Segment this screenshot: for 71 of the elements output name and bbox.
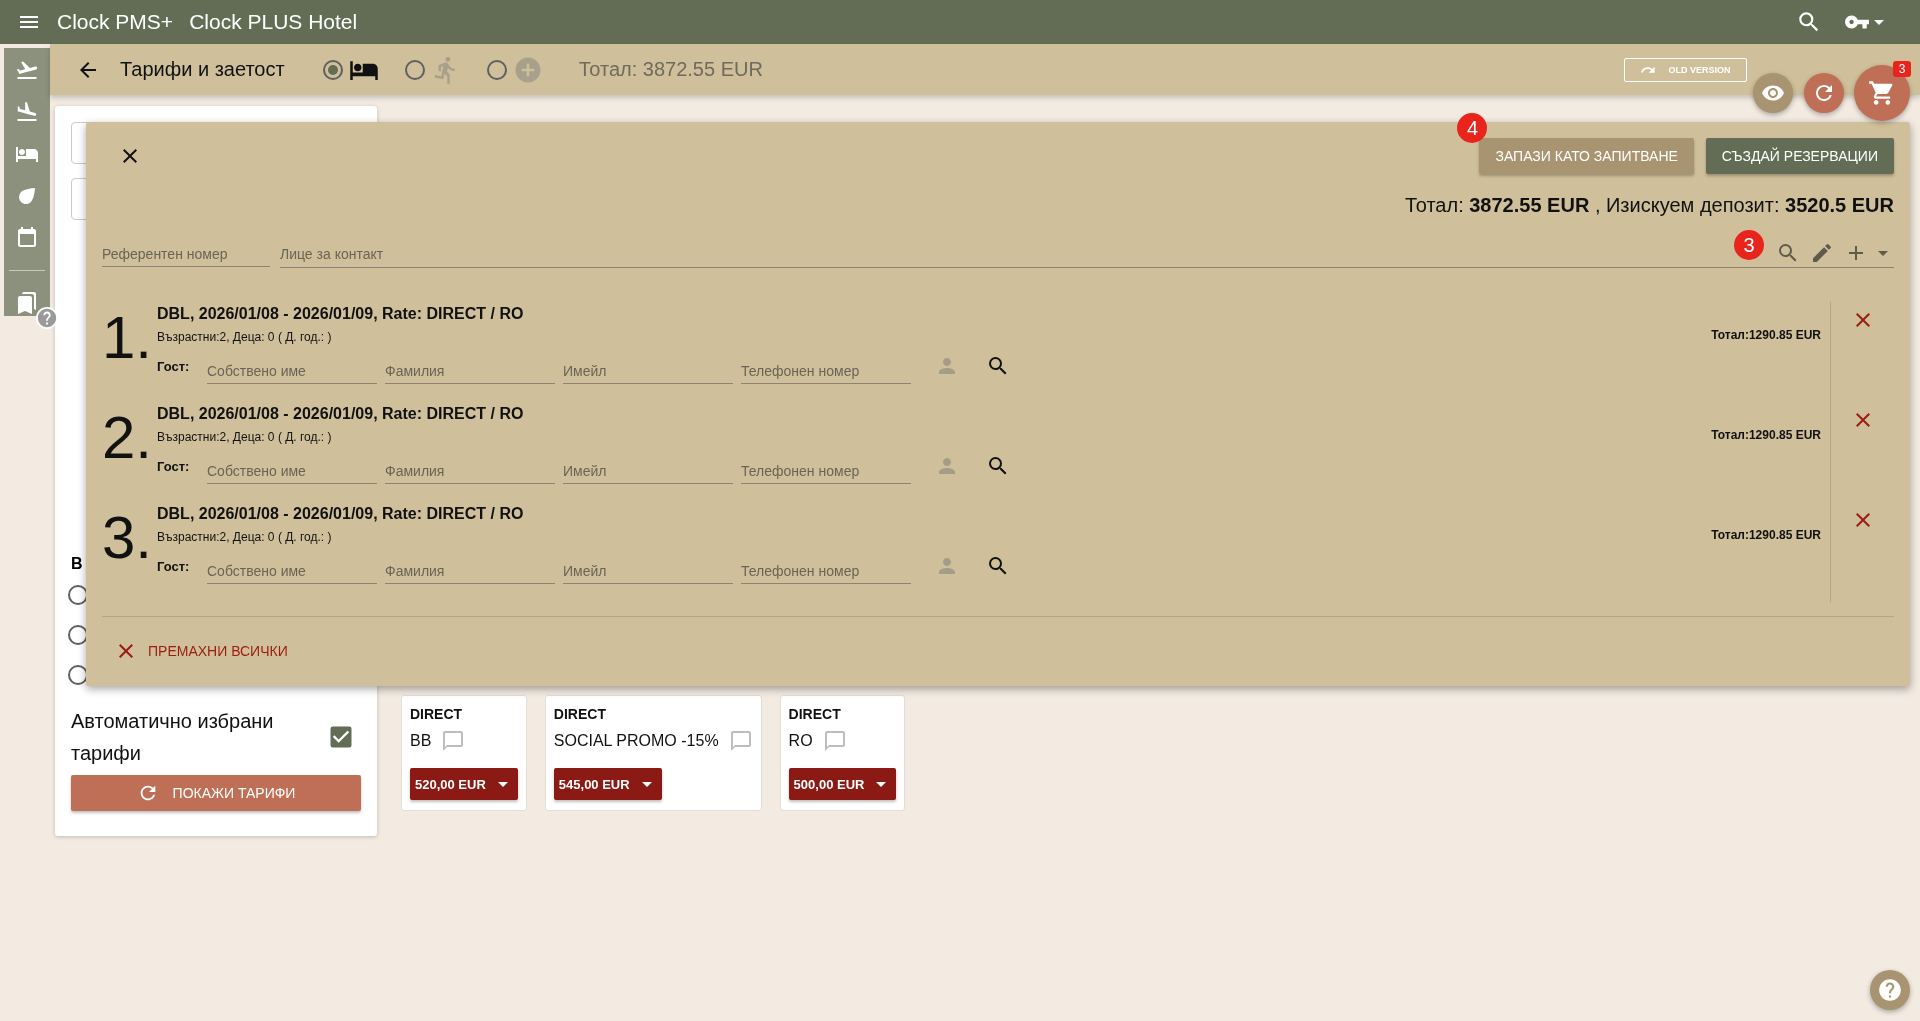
reservation-title: DBL, 2026/01/08 - 2026/01/09, Rate: DIRECT / RO (157, 304, 525, 324)
caret-icon[interactable] (1878, 250, 1888, 256)
reservation-number: 2. (102, 408, 154, 473)
caret-icon (1874, 19, 1884, 25)
reservation-number: 3. (102, 508, 154, 573)
rate-channel: DIRECT (788, 706, 842, 722)
guest-field[interactable]: Фамилия (385, 548, 555, 584)
reservation-total: Тотал:1290.85 EUR (1711, 328, 1821, 344)
reservation-title: DBL, 2026/01/08 - 2026/01/09, Rate: DIRECT / RO (157, 404, 525, 424)
price-button[interactable]: 520,00 EUR (410, 768, 518, 800)
guest-field[interactable]: Имейл (563, 448, 733, 484)
guest-field[interactable]: Собствено име (207, 348, 377, 384)
guest-field[interactable]: Телефонен номер (741, 348, 911, 384)
occupancy-text: Възрастни:2, Деца: 0 ( Д. год.: ) (157, 429, 333, 445)
arrival-icon[interactable] (15, 100, 39, 124)
radio-button[interactable] (486, 59, 507, 80)
help-icon (1877, 977, 1903, 1003)
price-button[interactable]: 500,00 EUR (788, 768, 897, 800)
price-button[interactable]: 545,00 EUR (553, 768, 662, 800)
section-heading: В (71, 555, 83, 574)
rate-name: SOCIAL PROMO -15% (553, 732, 719, 750)
save-as-inquiry-button[interactable]: ЗАПАЗИ КАТО ЗАПИТВАНЕ (1479, 138, 1694, 174)
calendar-icon[interactable] (15, 226, 39, 250)
cart-count-badge: 3 (1893, 61, 1911, 77)
reference-field[interactable]: Референтен номер (102, 231, 270, 267)
total-text: Тотал: 3872.55 EUR (578, 58, 763, 81)
guest-field[interactable]: Собствено име (207, 548, 377, 584)
pencil-icon[interactable] (1810, 241, 1834, 265)
guest-field[interactable]: Имейл (563, 548, 733, 584)
totals-text: Тотал: 3872.55 EUR , Изискуем депозит: 3520.5 EUR (1404, 194, 1894, 217)
occupancy-text: Възрастни:2, Деца: 0 ( Д. год.: ) (157, 329, 333, 345)
guest-label: Гост: (157, 458, 191, 474)
comment-icon[interactable] (728, 729, 753, 753)
rate-channel: DIRECT (410, 706, 464, 722)
guest-field[interactable]: Имейл (563, 348, 733, 384)
rate-name: RO (788, 732, 813, 750)
radio-button[interactable] (404, 59, 425, 80)
reservation-total: Тотал:1290.85 EUR (1711, 528, 1821, 544)
refresh-button[interactable] (1804, 73, 1844, 113)
caret-icon (497, 781, 508, 787)
caret-icon (641, 781, 652, 787)
guest-field[interactable]: Фамилия (385, 448, 555, 484)
help-button[interactable] (1870, 970, 1910, 1010)
step-marker: 4 (1457, 113, 1488, 143)
help-icon[interactable] (36, 307, 58, 329)
caret-icon (876, 781, 887, 787)
app-name: Clock PMS+ (57, 10, 174, 34)
auto-rates-label: Автоматично избрани тарифи (71, 709, 275, 766)
reservation-title: DBL, 2026/01/08 - 2026/01/09, Rate: DIRECT / RO (157, 504, 525, 524)
reservation-number: 1. (102, 308, 154, 373)
create-reservations-button[interactable]: СЪЗДАЙ РЕЗЕРВАЦИИ (1705, 138, 1894, 174)
page-title: Тарифи и заетост (120, 58, 285, 81)
occupancy-text: Възрастни:2, Деца: 0 ( Д. год.: ) (157, 529, 333, 545)
remove-all-button[interactable]: ПРЕМАХНИ ВСИЧКИ (102, 633, 300, 669)
guest-field[interactable]: Телефонен номер (741, 448, 911, 484)
guest-label: Гост: (157, 558, 191, 574)
step-marker: 3 (1734, 230, 1764, 260)
bookmark-icon[interactable] (15, 291, 39, 315)
rate-channel: DIRECT (553, 706, 607, 722)
guest-field[interactable]: Фамилия (385, 348, 555, 384)
guest-label: Гост: (157, 358, 191, 374)
guest-field[interactable]: Собствено име (207, 448, 377, 484)
hotel-name: Clock PLUS Hotel (189, 10, 358, 34)
comment-icon[interactable] (822, 729, 847, 753)
view-button[interactable] (1753, 73, 1793, 113)
comment-icon[interactable] (441, 729, 466, 753)
show-rates-button[interactable]: ПОКАЖИ ТАРИФИ (71, 775, 361, 811)
reservation-total: Тотал:1290.85 EUR (1711, 428, 1821, 444)
guest-field[interactable]: Телефонен номер (741, 548, 911, 584)
rate-name: BB (410, 732, 432, 750)
radio-button[interactable] (322, 59, 343, 80)
